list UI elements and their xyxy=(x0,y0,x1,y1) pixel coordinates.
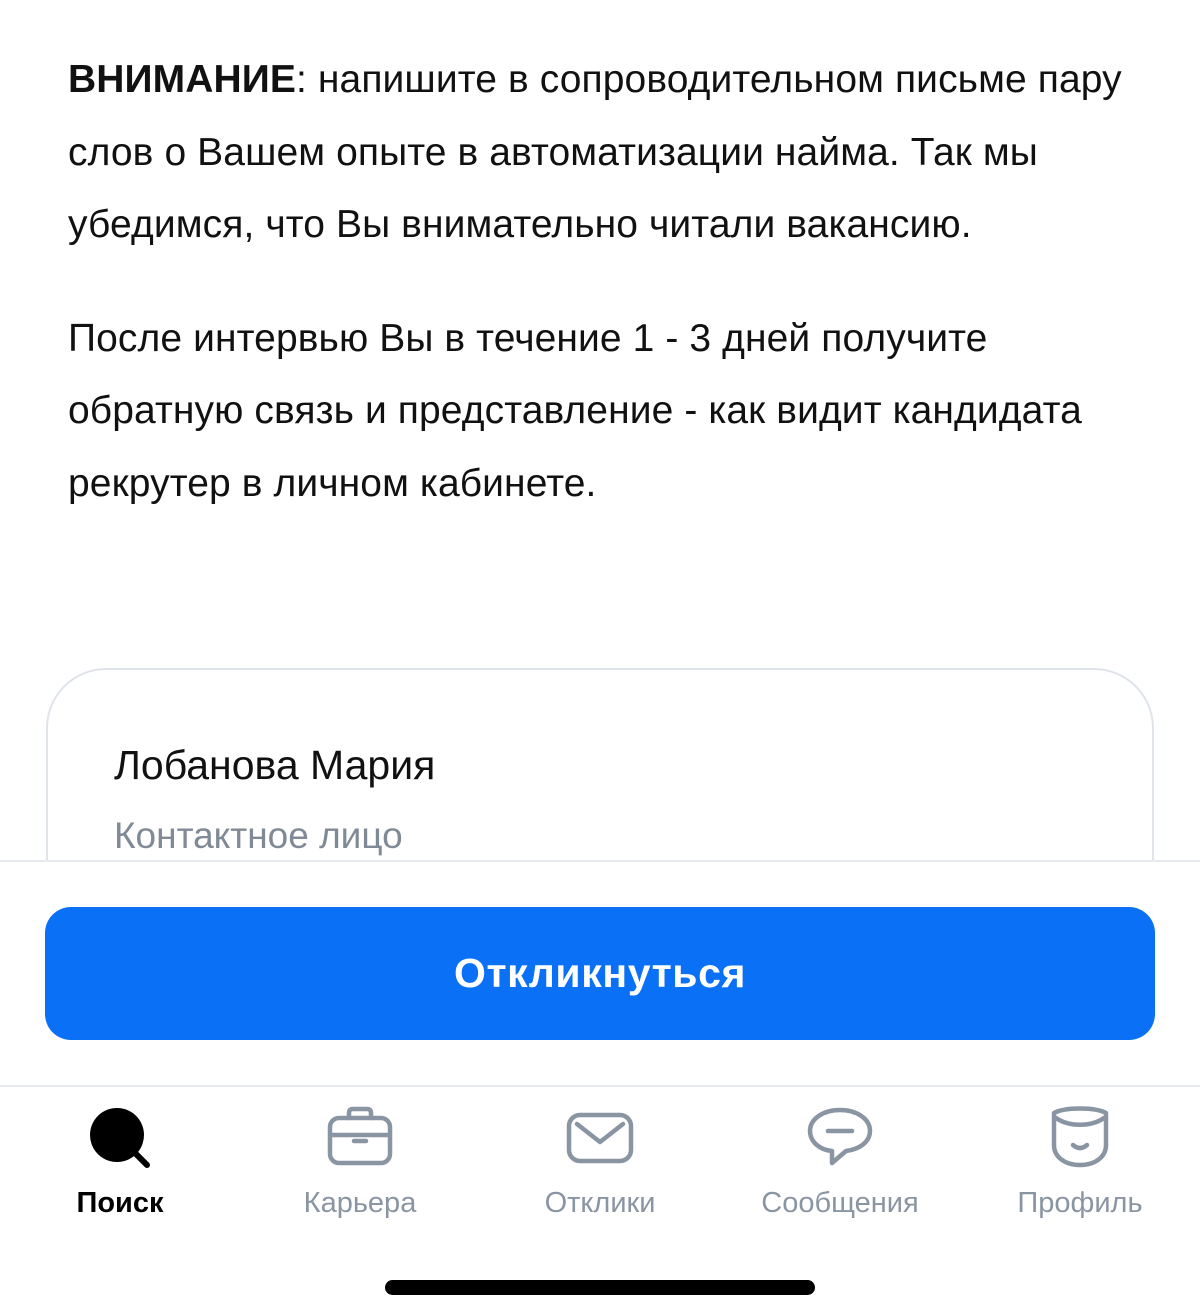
tab-messages-label: Сообщения xyxy=(761,1187,919,1219)
tab-search[interactable]: Поиск xyxy=(0,1087,240,1227)
tab-career[interactable]: Карьера xyxy=(240,1087,480,1227)
briefcase-icon xyxy=(327,1106,393,1166)
bottom-action-panel: Откликнуться Поиск Карьера Отклики Сообщ… xyxy=(0,860,1200,1316)
feedback-paragraph: После интервью Вы в течение 1 - 3 дней п… xyxy=(68,316,1082,505)
profile-face-icon xyxy=(1051,1106,1109,1168)
contact-role: Контактное лицо xyxy=(114,815,403,856)
vacancy-description: ВНИМАНИЕ: напишите в сопроводительном пи… xyxy=(68,44,1148,520)
attention-label: ВНИМАНИЕ xyxy=(68,58,297,101)
tab-messages[interactable]: Сообщения xyxy=(720,1087,960,1227)
contact-name: Лобанова Мария xyxy=(114,742,436,788)
bottom-tab-bar: Поиск Карьера Отклики Сообщения Профиль xyxy=(0,1087,1200,1227)
chat-bubble-icon xyxy=(807,1107,873,1166)
tab-profile-label: Профиль xyxy=(1017,1187,1143,1219)
tab-profile[interactable]: Профиль xyxy=(960,1087,1200,1227)
attention-paragraph: ВНИМАНИЕ: напишите в сопроводительном пи… xyxy=(68,44,1148,262)
tab-search-label: Поиск xyxy=(76,1187,164,1219)
tab-career-label: Карьера xyxy=(303,1187,417,1219)
tab-responses-label: Отклики xyxy=(544,1187,656,1219)
tab-responses[interactable]: Отклики xyxy=(480,1087,720,1227)
search-icon xyxy=(90,1108,150,1168)
envelope-icon xyxy=(566,1112,634,1164)
respond-button[interactable]: Откликнуться xyxy=(45,907,1155,1040)
home-indicator xyxy=(385,1280,815,1295)
